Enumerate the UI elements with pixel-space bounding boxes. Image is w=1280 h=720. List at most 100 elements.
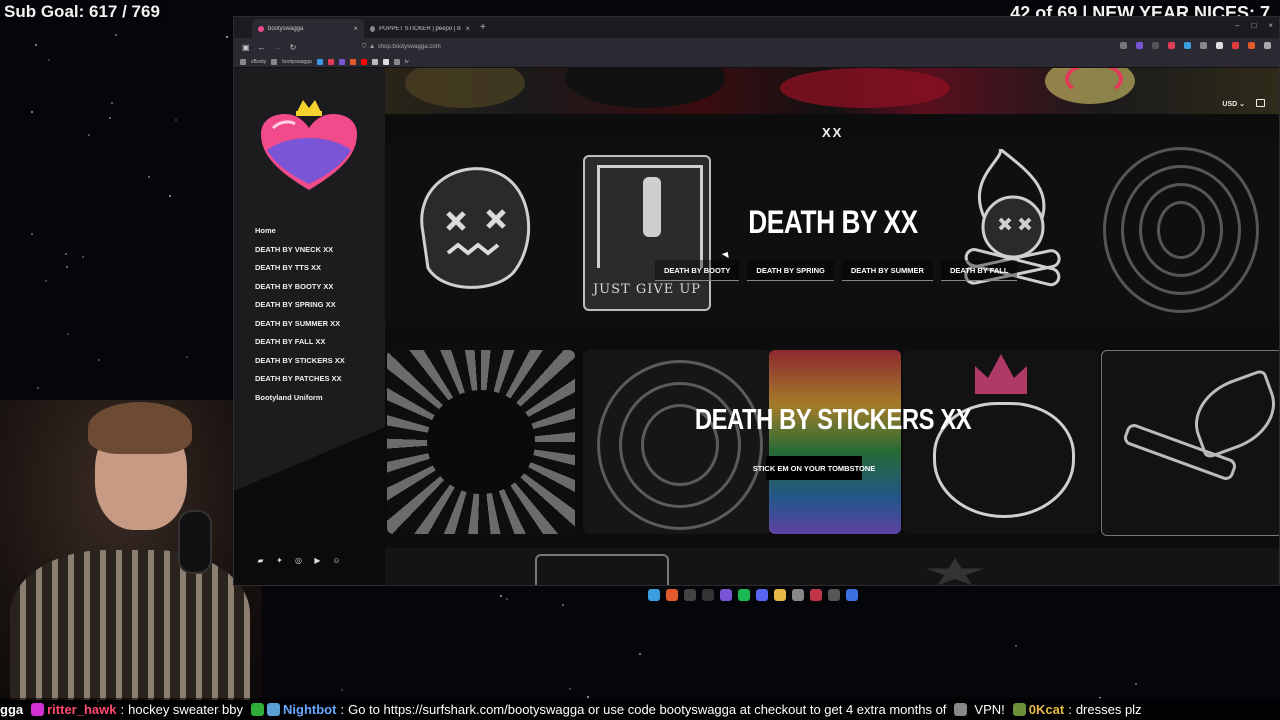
extension-icon[interactable] — [1200, 42, 1207, 49]
sub-goal-overlay: Sub Goal: 617 / 769 — [4, 2, 160, 21]
star — [98, 358, 101, 361]
taskbar — [648, 589, 858, 601]
nav-death-by-vneck[interactable]: DEATH BY VNECK XX — [255, 244, 345, 263]
tab-bootyswagga[interactable]: bootyswagga × — [252, 19, 364, 38]
forward-icon[interactable]: → — [274, 43, 282, 52]
death-by-fall-button[interactable]: DEATH BY FALL — [940, 260, 1018, 281]
lock-icon: 🔒︎ — [370, 43, 374, 50]
reader-icon[interactable] — [1120, 42, 1127, 49]
nav-home[interactable]: Home — [255, 225, 345, 244]
discord-icon[interactable] — [756, 589, 768, 601]
death-by-summer-button[interactable]: DEATH BY SUMMER — [841, 260, 933, 281]
twitch-icon[interactable]: ▰ — [256, 556, 265, 565]
extension-icon[interactable] — [1216, 42, 1223, 49]
chat-ticker: gga ritter_hawk : hockey sweater bby Nig… — [0, 698, 1280, 720]
nav-death-by-fall[interactable]: DEATH BY FALL XX — [255, 336, 345, 355]
nav-death-by-tts[interactable]: DEATH BY TTS XX — [255, 262, 345, 281]
extension-icons — [1120, 42, 1271, 49]
browser-icon[interactable] — [666, 589, 678, 601]
vpn-emote-icon — [954, 702, 968, 716]
address-bar[interactable]: ⛉ 🔒︎ shop.bootyswagga.com — [362, 41, 862, 53]
app-icon[interactable] — [792, 589, 804, 601]
app-icon[interactable] — [684, 589, 696, 601]
streamer-body — [10, 550, 250, 700]
extension-icon[interactable] — [1136, 42, 1143, 49]
bookmark-icon[interactable] — [349, 58, 356, 65]
hero-title-death-by-stickers: DEATH BY STICKERS XX — [694, 404, 972, 436]
app-icon[interactable] — [720, 589, 732, 601]
app-icon[interactable] — [828, 589, 840, 601]
extension-icon[interactable] — [1168, 42, 1175, 49]
new-tab-button[interactable]: + — [480, 22, 486, 33]
close-tab-icon[interactable]: × — [465, 24, 470, 33]
window-controls: – □ × — [1235, 21, 1273, 30]
extension-icon[interactable] — [1232, 42, 1239, 49]
star — [115, 34, 118, 37]
site-nav: Home DEATH BY VNECK XX DEATH BY TTS XX D… — [255, 225, 345, 410]
back-icon[interactable]: ← — [258, 43, 266, 52]
death-by-booty-button[interactable]: DEATH BY BOOTY — [655, 260, 740, 281]
bookmark-xbooty[interactable]: xBooty — [251, 59, 266, 65]
twitter-icon[interactable]: ✦ — [275, 556, 284, 565]
tab-puppet-sticker[interactable]: PUPPET STICKER | peepo | booty... × — [364, 19, 476, 38]
bookmark-icon[interactable] — [327, 58, 334, 65]
bookmark-tv[interactable]: tv — [405, 59, 409, 65]
star — [47, 58, 50, 61]
bookmark-icon[interactable] — [360, 58, 367, 65]
hero-death-by-stickers[interactable] — [385, 350, 1279, 536]
start-icon[interactable] — [648, 589, 660, 601]
leaf-badge-icon — [1012, 702, 1026, 716]
nav-death-by-booty[interactable]: DEATH BY BOOTY XX — [255, 281, 345, 300]
nav-death-by-patches[interactable]: DEATH BY PATCHES XX — [255, 373, 345, 392]
death-by-spring-button[interactable]: DEATH BY SPRING — [747, 260, 834, 281]
discord-icon[interactable]: ☺ — [332, 556, 341, 565]
favicon-icon — [370, 25, 376, 32]
heart-badge-icon — [31, 702, 45, 716]
instagram-icon[interactable]: ◎ — [294, 556, 303, 565]
website: Home DEATH BY VNECK XX DEATH BY TTS XX D… — [234, 68, 1279, 585]
app-icon[interactable] — [846, 589, 858, 601]
chat-username: ritter_hawk — [47, 701, 117, 717]
url-text: shop.bootyswagga.com — [377, 44, 441, 50]
chat-message: VPN! — [954, 702, 1005, 717]
bookmark-icon[interactable] — [316, 58, 323, 65]
app-icon[interactable] — [810, 589, 822, 601]
social-links: ▰ ✦ ◎ ▶ ☺ — [256, 556, 341, 565]
stick-em-on-your-tombstone-button[interactable]: STICK EM ON YOUR TOMBSTONE — [753, 456, 875, 480]
hero-buttons: DEATH BY BOOTY DEATH BY SPRING DEATH BY … — [655, 260, 1018, 281]
menu-icon[interactable] — [1264, 42, 1271, 49]
maximize-icon[interactable]: □ — [1251, 21, 1256, 30]
close-tab-icon[interactable]: × — [353, 24, 358, 33]
bookmark-icon[interactable] — [382, 58, 389, 65]
reload-icon[interactable]: ↻ — [290, 43, 297, 52]
chat-message: Nightbot : Go to https://surfshark.com/b… — [251, 702, 946, 717]
star — [499, 594, 502, 597]
bookmark-icon[interactable] — [371, 58, 378, 65]
tab-bar: bootyswagga × PUPPET STICKER | peepo | b… — [234, 17, 1279, 38]
chat-text: dresses plz — [1075, 701, 1142, 717]
bookmark-bootyswagga[interactable]: bootyswagga — [282, 59, 311, 65]
spotify-icon[interactable] — [738, 589, 750, 601]
minimize-icon[interactable]: – — [1235, 21, 1239, 30]
nav-bootyland-uniform[interactable]: Bootyland Uniform — [255, 392, 345, 411]
folder-icon[interactable] — [774, 589, 786, 601]
nav-death-by-spring[interactable]: DEATH BY SPRING XX — [255, 299, 345, 318]
brand-mark[interactable]: XX — [822, 125, 843, 140]
bookmark-icon[interactable] — [338, 58, 345, 65]
nav-death-by-summer[interactable]: DEATH BY SUMMER XX — [255, 318, 345, 337]
nav-death-by-stickers[interactable]: DEATH BY STICKERS XX — [255, 355, 345, 374]
sidebar-toggle-icon[interactable]: ▣ — [242, 43, 250, 52]
cart-icon[interactable] — [1256, 99, 1265, 107]
star — [82, 256, 85, 259]
extension-icon[interactable] — [1248, 42, 1255, 49]
youtube-icon[interactable]: ▶ — [313, 556, 322, 565]
obs-icon[interactable] — [702, 589, 714, 601]
chat-username: 0Kcat — [1028, 701, 1065, 717]
chat-message: 0Kcat : dresses plz — [1012, 701, 1142, 717]
currency-selector[interactable]: USD ⌄ — [1222, 100, 1245, 108]
folder-icon — [271, 58, 278, 65]
heart-crown-logo[interactable] — [259, 98, 359, 198]
close-window-icon[interactable]: × — [1268, 21, 1273, 30]
extension-icon[interactable] — [1184, 42, 1191, 49]
mute-icon[interactable] — [1152, 42, 1159, 49]
